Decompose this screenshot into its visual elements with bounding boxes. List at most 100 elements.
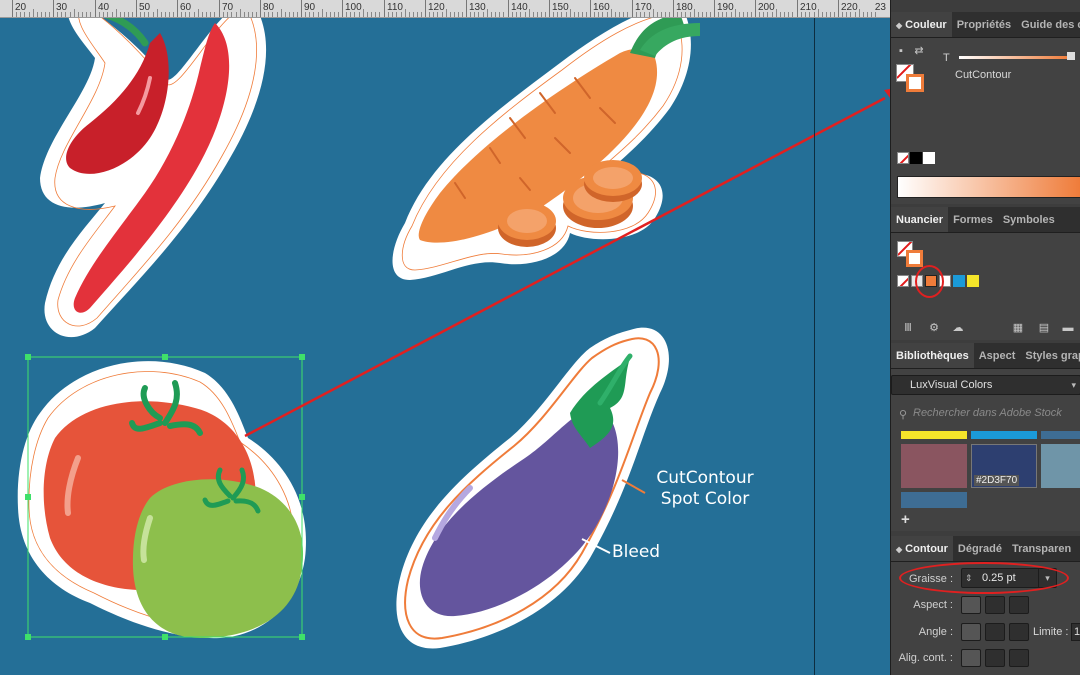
tint-slider-handle[interactable] bbox=[1067, 52, 1075, 60]
lib-swatch-steel-2[interactable] bbox=[901, 492, 967, 508]
ruler-minor-tick bbox=[194, 12, 195, 17]
color-group-icon[interactable]: ▦ bbox=[1009, 321, 1027, 335]
butt-cap-button[interactable] bbox=[961, 596, 981, 614]
lib-swatch-gray-blue[interactable] bbox=[1041, 444, 1080, 488]
tab-couleur[interactable]: ◆ Couleur bbox=[891, 12, 952, 37]
ruler-minor-tick bbox=[529, 9, 530, 17]
ruler-minor-tick bbox=[759, 12, 760, 17]
miter-join-button[interactable] bbox=[961, 623, 981, 641]
horizontal-ruler[interactable]: 23 20 30 40 50 60 70 80 90 100 110 120 130 140 150 160… bbox=[0, 0, 890, 18]
tab-styles-graphiques[interactable]: Styles grap bbox=[1020, 343, 1080, 368]
tint-slider[interactable] bbox=[959, 56, 1069, 59]
lib-swatch-yellow[interactable] bbox=[901, 431, 967, 439]
round-cap-button[interactable] bbox=[985, 596, 1005, 614]
align-outside-button[interactable] bbox=[1009, 649, 1029, 667]
ruler-minor-tick bbox=[690, 12, 691, 17]
tint-ramp[interactable] bbox=[897, 176, 1080, 198]
ruler-minor-tick bbox=[743, 12, 744, 17]
artwork[interactable] bbox=[0, 18, 890, 675]
ruler-minor-tick bbox=[396, 12, 397, 17]
ruler-minor-tick bbox=[256, 12, 257, 17]
ruler-minor-tick bbox=[731, 12, 732, 17]
ruler-minor-tick bbox=[268, 12, 269, 17]
round-join-button[interactable] bbox=[985, 623, 1005, 641]
tab-contour[interactable]: ◆ Contour bbox=[891, 536, 953, 561]
cloud-icon[interactable]: ☁ bbox=[949, 321, 967, 335]
ruler-minor-tick bbox=[405, 9, 406, 17]
chili-sticker bbox=[40, 18, 267, 338]
ruler-minor-tick bbox=[855, 12, 856, 17]
swatch-options-icon[interactable]: ▤ bbox=[1035, 321, 1053, 335]
ruler-minor-tick bbox=[850, 12, 851, 17]
lib-swatch-navy[interactable]: #2D3F70 bbox=[971, 444, 1037, 488]
ruler-minor-tick bbox=[388, 12, 389, 17]
ruler-minor-tick bbox=[354, 12, 355, 17]
ruler-minor-tick bbox=[726, 12, 727, 17]
ruler-minor-tick bbox=[16, 12, 17, 17]
tab-guide-couleurs[interactable]: Guide des c bbox=[1016, 12, 1080, 37]
swatch-blue[interactable] bbox=[953, 275, 965, 287]
tab-formes[interactable]: Formes bbox=[948, 207, 998, 232]
lib-swatch-steel[interactable] bbox=[1041, 431, 1080, 439]
ruler-minor-tick bbox=[516, 12, 517, 17]
add-library-item-button[interactable]: + bbox=[901, 511, 910, 528]
lib-swatch-rose[interactable] bbox=[901, 444, 967, 488]
artboard-canvas[interactable]: CutContour Spot Color Bleed bbox=[0, 18, 890, 675]
ruler-major-tick bbox=[95, 0, 96, 17]
ruler-minor-tick bbox=[437, 12, 438, 17]
ruler-minor-tick bbox=[367, 12, 368, 17]
tab-nuancier[interactable]: Nuancier bbox=[891, 207, 949, 232]
tab-symboles[interactable]: Symboles bbox=[998, 207, 1060, 232]
kinds-icon[interactable]: ⚙ bbox=[925, 321, 943, 335]
new-group-icon[interactable]: ▬ bbox=[1059, 321, 1077, 335]
library-select[interactable]: LuxVisual Colors ▾ bbox=[891, 375, 1080, 395]
ruler-minor-tick bbox=[29, 12, 30, 17]
tab-bibliotheques[interactable]: Bibliothèques bbox=[891, 343, 974, 368]
bleed-callout: Bleed bbox=[612, 542, 661, 562]
align-inside-button[interactable] bbox=[985, 649, 1005, 667]
cutcontour-callout-line1: CutContour bbox=[656, 468, 754, 488]
ruler-minor-tick bbox=[545, 12, 546, 17]
ruler-minor-tick bbox=[401, 12, 402, 17]
ruler-minor-tick bbox=[520, 12, 521, 17]
ruler-minor-tick bbox=[350, 12, 351, 17]
stock-search-input[interactable]: Rechercher dans Adobe Stock bbox=[913, 403, 1080, 423]
ruler-minor-tick bbox=[153, 12, 154, 17]
bevel-join-button[interactable] bbox=[1009, 623, 1029, 641]
tab-proprietes[interactable]: Propriétés bbox=[952, 12, 1016, 37]
tab-aspect[interactable]: Aspect bbox=[974, 343, 1021, 368]
ruler-minor-tick bbox=[483, 12, 484, 17]
ruler-minor-tick bbox=[772, 12, 773, 17]
white-chip[interactable] bbox=[923, 152, 935, 164]
swap-colors-icon[interactable]: ⇄ bbox=[913, 44, 925, 58]
ruler-minor-tick bbox=[842, 12, 843, 17]
ruler-minor-tick bbox=[487, 9, 488, 17]
black-chip[interactable] bbox=[910, 152, 922, 164]
ruler-major-tick bbox=[508, 0, 509, 17]
ruler-minor-tick bbox=[863, 12, 864, 17]
ruler-minor-tick bbox=[553, 12, 554, 17]
library-menu-icon[interactable]: Ⅲ bbox=[899, 321, 917, 335]
lib-swatch-blue[interactable] bbox=[971, 431, 1037, 439]
ruler-minor-tick bbox=[322, 9, 323, 17]
stroke-cutcontour-swatch[interactable] bbox=[906, 74, 924, 92]
ruler-minor-tick bbox=[277, 12, 278, 17]
default-colors-icon[interactable]: ▪ bbox=[895, 44, 907, 58]
tab-degrade[interactable]: Dégradé bbox=[953, 536, 1007, 561]
ruler-minor-tick bbox=[223, 12, 224, 17]
ruler-minor-tick bbox=[371, 12, 372, 17]
ruler-minor-tick bbox=[739, 12, 740, 17]
align-center-button[interactable] bbox=[961, 649, 981, 667]
projecting-cap-button[interactable] bbox=[1009, 596, 1029, 614]
ruler-minor-tick bbox=[202, 12, 203, 17]
ruler-minor-tick bbox=[61, 12, 62, 17]
none-chip[interactable] bbox=[897, 152, 909, 164]
ruler-minor-tick bbox=[334, 12, 335, 17]
tab-transparence[interactable]: Transparen bbox=[1007, 536, 1076, 561]
ruler-minor-tick bbox=[446, 9, 447, 17]
limit-field[interactable]: 1 bbox=[1071, 623, 1080, 641]
stroke-swatch[interactable] bbox=[906, 250, 923, 267]
swatch-yellow[interactable] bbox=[967, 275, 979, 287]
ruler-minor-tick bbox=[640, 12, 641, 17]
swatch-none[interactable] bbox=[897, 275, 909, 287]
